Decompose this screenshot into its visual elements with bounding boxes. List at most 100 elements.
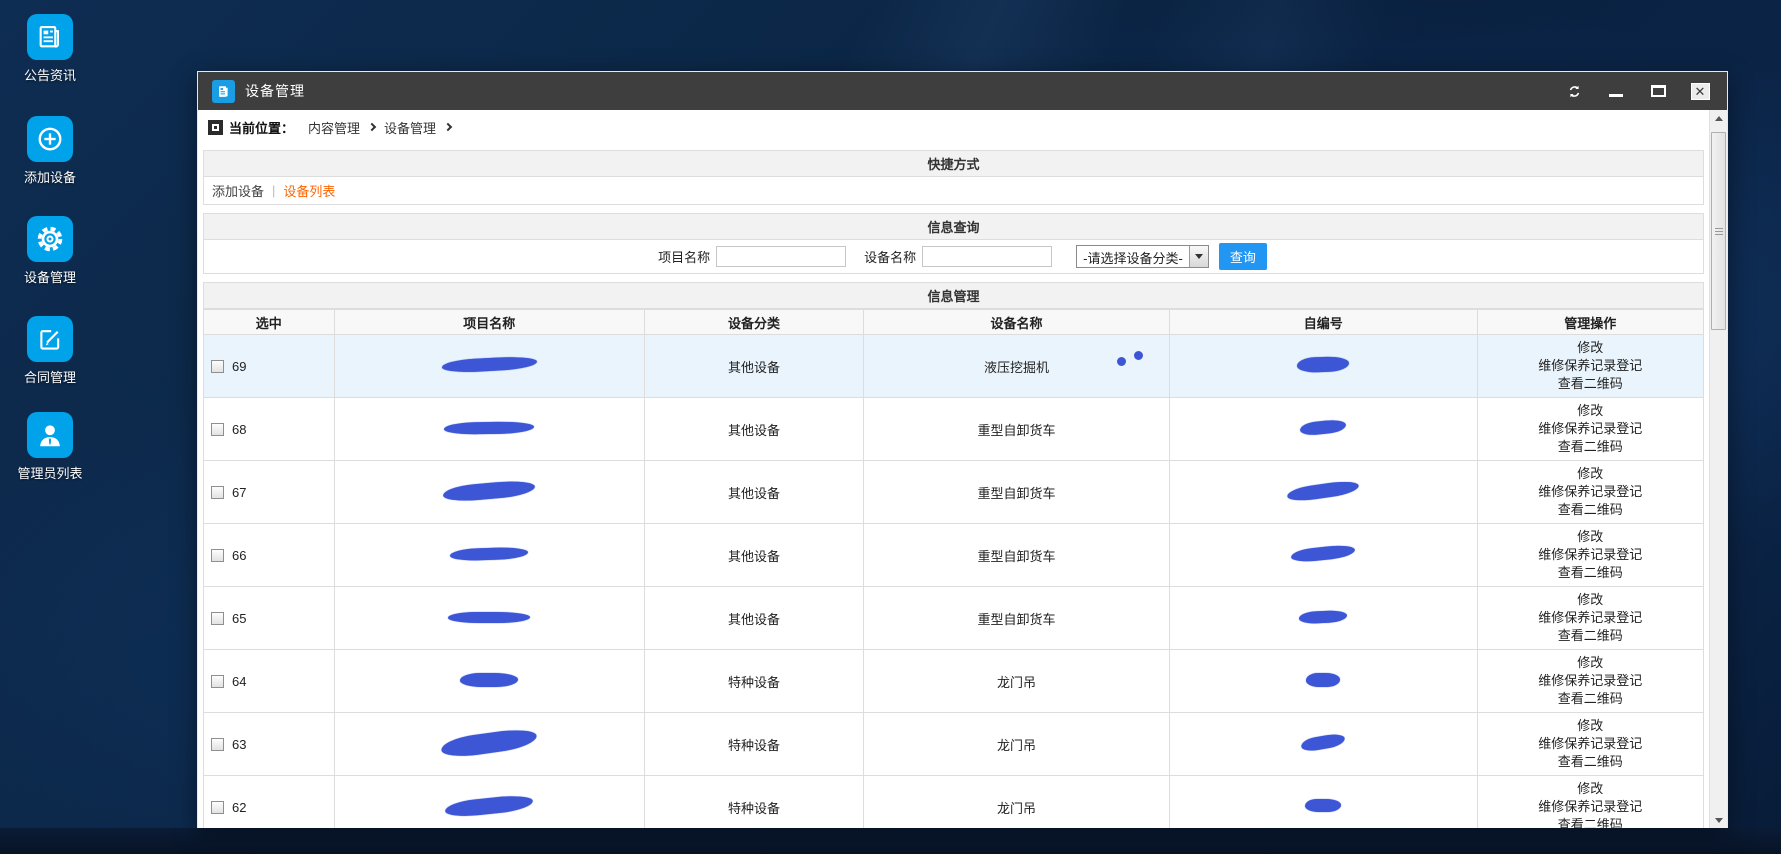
row-checkbox[interactable] [211, 611, 224, 625]
table-header-row: 选中 项目名称 设备分类 设备名称 自编号 管理操作 [203, 309, 1704, 335]
shortcut-device-list-link[interactable]: 设备列表 [283, 181, 335, 200]
row-checkbox[interactable] [211, 359, 224, 373]
device-category-select[interactable]: -请选择设备分类- [1076, 245, 1209, 268]
op-edit-link[interactable]: 修改 [1478, 591, 1704, 609]
row-id: 66 [232, 547, 247, 563]
scrollbar-track[interactable] [1710, 126, 1727, 812]
op-view-qrcode-link[interactable]: 查看二维码 [1478, 564, 1704, 582]
sidebar-item-label: 管理员列表 [17, 466, 83, 481]
sidebar-item-device-mgmt[interactable]: 设备管理 [0, 216, 100, 286]
scroll-down-button[interactable] [1710, 812, 1727, 828]
project-name-input[interactable] [716, 246, 847, 267]
op-edit-link[interactable]: 修改 [1478, 654, 1704, 672]
window-content: 当前位置： 内容管理 设备管理 快捷方式 添加设备 | 设备列表 信息查询 项目… [198, 110, 1709, 828]
op-maintenance-record-link[interactable]: 维修保养记录登记 [1478, 672, 1704, 690]
table-row: 62 特种设备 龙门吊 修改 维修保养记录登记 查看二维码 [203, 775, 1704, 828]
op-view-qrcode-link[interactable]: 查看二维码 [1478, 375, 1704, 393]
project-name-redaction [442, 478, 536, 503]
device-category-cell: 特种设备 [644, 712, 864, 776]
sidebar-item-label: 设备管理 [23, 270, 76, 285]
table-row: 63 特种设备 龙门吊 修改 维修保养记录登记 查看二维码 [203, 712, 1704, 776]
row-operations: 修改 维修保养记录登记 查看二维码 [1476, 712, 1704, 776]
vertical-scrollbar[interactable] [1709, 110, 1727, 828]
device-category-cell: 其他设备 [644, 397, 864, 461]
device-name-cell: 重型自卸货车 [863, 586, 1170, 650]
device-name-input[interactable] [922, 246, 1053, 267]
op-edit-link[interactable]: 修改 [1478, 465, 1704, 483]
maximize-button[interactable] [1645, 80, 1671, 102]
sidebar-item-admin-list[interactable]: 管理员列表 [0, 412, 100, 482]
close-icon: ✕ [1690, 82, 1710, 100]
op-maintenance-record-link[interactable]: 维修保养记录登记 [1478, 546, 1704, 564]
row-checkbox[interactable] [211, 737, 224, 751]
row-id: 69 [232, 358, 247, 374]
breadcrumb-label: 当前位置： [229, 120, 295, 136]
serial-number-redaction [1306, 672, 1341, 687]
table-row: 66 其他设备 重型自卸货车 修改 维修保养记录登记 查看二维码 [203, 523, 1704, 587]
chevron-right-icon [367, 122, 377, 131]
op-maintenance-record-link[interactable]: 维修保养记录登记 [1478, 357, 1704, 375]
row-checkbox[interactable] [211, 485, 224, 499]
op-maintenance-record-link[interactable]: 维修保养记录登记 [1478, 420, 1704, 438]
window-titlebar[interactable]: 设备管理 ✕ [198, 72, 1727, 110]
minimize-icon [1609, 93, 1623, 97]
table-row: 69 其他设备 液压挖掘机 修改 维修保养记录登记 查看二维码 [203, 334, 1704, 398]
serial-number-redaction [1305, 799, 1342, 812]
sidebar-item-contract-mgmt[interactable]: 合同管理 [0, 316, 100, 386]
op-view-qrcode-link[interactable]: 查看二维码 [1478, 816, 1704, 828]
op-view-qrcode-link[interactable]: 查看二维码 [1478, 690, 1704, 708]
op-edit-link[interactable]: 修改 [1478, 339, 1704, 357]
minimize-button[interactable] [1603, 80, 1629, 102]
device-name-cell: 龙门吊 [863, 712, 1170, 776]
column-header-project: 项目名称 [333, 309, 645, 335]
redaction-dot [1134, 351, 1143, 360]
edit-icon [27, 316, 73, 362]
scroll-up-button[interactable] [1710, 110, 1727, 126]
op-edit-link[interactable]: 修改 [1478, 717, 1704, 735]
arrow-down-icon [1714, 817, 1723, 823]
op-maintenance-record-link[interactable]: 维修保养记录登记 [1478, 735, 1704, 753]
project-name-label: 项目名称 [658, 250, 711, 265]
query-section: 信息查询 项目名称 设备名称 -请选择设备分类- 查询 [203, 213, 1704, 274]
device-name-cell: 重型自卸货车 [863, 397, 1170, 461]
query-section-title: 信息查询 [203, 213, 1704, 240]
row-id: 67 [232, 484, 247, 500]
arrow-up-icon [1714, 115, 1723, 121]
op-maintenance-record-link[interactable]: 维修保养记录登记 [1478, 609, 1704, 627]
op-view-qrcode-link[interactable]: 查看二维码 [1478, 753, 1704, 771]
op-edit-link[interactable]: 修改 [1478, 780, 1704, 798]
row-checkbox[interactable] [211, 422, 224, 436]
column-header-category: 设备分类 [644, 309, 864, 335]
op-maintenance-record-link[interactable]: 维修保养记录登记 [1478, 483, 1704, 501]
project-name-redaction [448, 611, 531, 623]
device-category-cell: 其他设备 [644, 460, 864, 524]
breadcrumb-item-device-mgmt[interactable]: 设备管理 [384, 118, 436, 137]
sidebar-item-news[interactable]: 公告资讯 [0, 14, 100, 84]
row-operations: 修改 维修保养记录登记 查看二维码 [1476, 460, 1704, 524]
project-name-redaction [460, 672, 519, 687]
breadcrumb-item-content-mgmt[interactable]: 内容管理 [308, 118, 360, 137]
shortcut-add-device-link[interactable]: 添加设备 [212, 181, 264, 200]
scrollbar-thumb[interactable] [1711, 132, 1726, 330]
search-button[interactable]: 查询 [1218, 243, 1267, 270]
op-view-qrcode-link[interactable]: 查看二维码 [1478, 438, 1704, 456]
select-dropdown-button[interactable] [1188, 246, 1208, 267]
op-view-qrcode-link[interactable]: 查看二维码 [1478, 627, 1704, 645]
row-checkbox[interactable] [211, 674, 224, 688]
table-row: 64 特种设备 龙门吊 修改 维修保养记录登记 查看二维码 [203, 649, 1704, 713]
shortcuts-section-title: 快捷方式 [203, 150, 1704, 177]
row-checkbox[interactable] [211, 800, 224, 814]
device-category-cell: 其他设备 [644, 523, 864, 587]
sidebar-item-add-device[interactable]: 添加设备 [0, 116, 100, 186]
row-checkbox[interactable] [211, 548, 224, 562]
op-edit-link[interactable]: 修改 [1478, 402, 1704, 420]
serial-number-redaction [1300, 732, 1347, 753]
close-button[interactable]: ✕ [1687, 80, 1713, 102]
refresh-button[interactable] [1561, 80, 1587, 102]
device-name-cell: 龙门吊 [863, 649, 1170, 713]
row-operations: 修改 维修保养记录登记 查看二维码 [1476, 775, 1704, 828]
op-edit-link[interactable]: 修改 [1478, 528, 1704, 546]
op-view-qrcode-link[interactable]: 查看二维码 [1478, 501, 1704, 519]
op-maintenance-record-link[interactable]: 维修保养记录登记 [1478, 798, 1704, 816]
project-name-redaction [440, 725, 539, 760]
